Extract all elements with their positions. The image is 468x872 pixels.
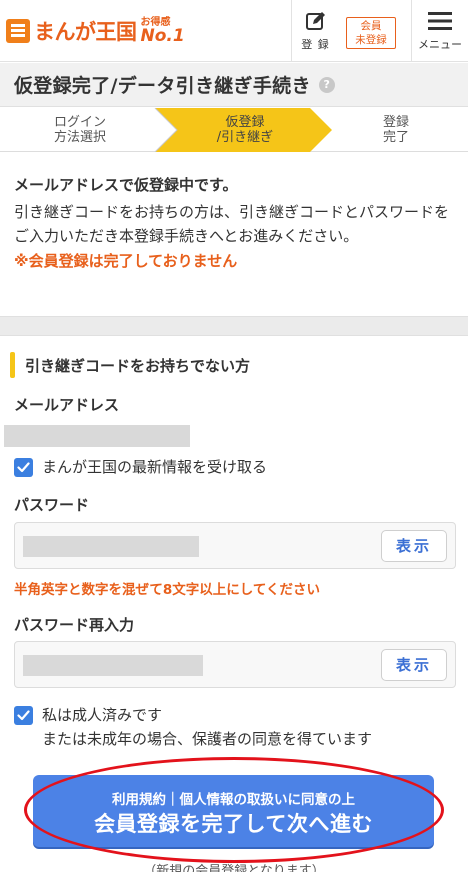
password-value-redacted bbox=[23, 536, 199, 557]
membership-status-badge: 会員 未登録 bbox=[346, 17, 396, 49]
email-label: メールアドレス bbox=[14, 396, 120, 414]
age-consent-text: 私は成人済みです または未成年の場合、保護者の同意を得ています bbox=[42, 703, 372, 751]
password-show-button[interactable]: 表示 bbox=[381, 530, 447, 562]
notice-warning: ※会員登録は完了しておりません bbox=[14, 252, 238, 270]
hamburger-menu-icon bbox=[427, 10, 453, 32]
step-label-line1: 登録 bbox=[382, 115, 409, 130]
step-label-line1: 仮登録 bbox=[225, 115, 265, 130]
notice-heading: メールアドレスで仮登録中です。 bbox=[14, 176, 238, 194]
step-login-method: ログイン 方法選択 bbox=[0, 108, 160, 152]
password-confirm-label: パスワード再入力 bbox=[14, 616, 135, 634]
progress-steps: ログイン 方法選択 仮登録 /引き継ぎ 登録 完了 bbox=[0, 108, 468, 152]
menu-label: メニュー bbox=[418, 38, 462, 51]
submit-main-label: 会員登録を完了して次へ進む bbox=[94, 812, 373, 836]
step-label-line2: /引き継ぎ bbox=[216, 130, 274, 145]
section-accent-bar bbox=[10, 352, 15, 378]
checkmark-icon bbox=[17, 462, 30, 473]
registration-notice: メールアドレスで仮登録中です。 引き継ぎコードをお持ちの方は、引き継ぎコードとパ… bbox=[14, 174, 454, 271]
page-title: 仮登録完了/データ引き継ぎ手続き bbox=[14, 75, 311, 97]
password-field[interactable]: 表示 bbox=[14, 522, 456, 569]
checkmark-icon bbox=[17, 710, 30, 721]
age-consent-line2: または未成年の場合、保護者の同意を得ています bbox=[42, 730, 373, 748]
password-confirm-value-redacted bbox=[23, 655, 203, 676]
step-label-line1: ログイン bbox=[53, 115, 106, 130]
logo-text: まんが王国 bbox=[34, 20, 137, 44]
site-logo[interactable]: まんが王国 お得感 No.1 bbox=[6, 12, 185, 50]
menu-button[interactable]: メニュー bbox=[412, 0, 468, 62]
newsletter-checkbox-row[interactable]: まんが王国の最新情報を受け取る bbox=[14, 458, 267, 479]
new-registration-note: （新規の会員登録となります） bbox=[143, 864, 325, 872]
newsletter-checkbox[interactable] bbox=[14, 458, 33, 477]
step-label-line2: 方法選択 bbox=[53, 130, 106, 145]
notice-body: 引き継ぎコードをお持ちの方は、引き継ぎコードとパスワードをご入力いただき本登録手… bbox=[14, 203, 450, 245]
logo-badge: お得感 No.1 bbox=[140, 17, 185, 46]
status-line2: 未登録 bbox=[355, 34, 387, 46]
question-circle-icon[interactable]: ? bbox=[318, 76, 335, 93]
newsletter-checkbox-label: まんが王国の最新情報を受け取る bbox=[42, 458, 268, 476]
step-provisional: 仮登録 /引き継ぎ bbox=[170, 108, 320, 152]
step-complete: 登録 完了 bbox=[336, 108, 456, 152]
section-divider bbox=[0, 316, 468, 336]
section-heading: 引き継ぎコードをお持ちでない方 bbox=[10, 352, 250, 378]
age-consent-checkbox-row[interactable]: 私は成人済みです または未成年の場合、保護者の同意を得ています bbox=[14, 706, 372, 751]
password-confirm-show-button[interactable]: 表示 bbox=[381, 649, 447, 681]
step-label-line2: 完了 bbox=[382, 130, 409, 145]
logo-book-icon bbox=[6, 19, 30, 43]
register-label: 登 録 bbox=[301, 38, 330, 51]
password-hint: 半角英字と数字を混ぜて8文字以上にしてください bbox=[14, 582, 320, 598]
complete-registration-button[interactable]: 利用規約｜個人情報の取扱いに同意の上 会員登録を完了して次へ進む bbox=[33, 775, 434, 847]
register-button[interactable]: 登 録 bbox=[292, 0, 339, 62]
submit-sub-label: 利用規約｜個人情報の取扱いに同意の上 bbox=[112, 792, 355, 808]
logo-badge-big: No.1 bbox=[140, 25, 185, 46]
page-title-bar: 仮登録完了/データ引き継ぎ手続き ? bbox=[0, 63, 468, 107]
email-value-redacted bbox=[4, 425, 190, 447]
password-confirm-field[interactable]: 表示 bbox=[14, 641, 456, 688]
section-heading-text: 引き継ぎコードをお持ちでない方 bbox=[25, 356, 251, 375]
age-consent-line1: 私は成人済みです bbox=[42, 706, 163, 724]
pencil-square-icon bbox=[305, 10, 327, 32]
app-header: まんが王国 お得感 No.1 登 録 会員 未登録 メニュー bbox=[0, 0, 468, 62]
status-line1: 会員 bbox=[360, 20, 382, 32]
age-consent-checkbox[interactable] bbox=[14, 706, 33, 725]
password-label: パスワード bbox=[14, 496, 90, 514]
